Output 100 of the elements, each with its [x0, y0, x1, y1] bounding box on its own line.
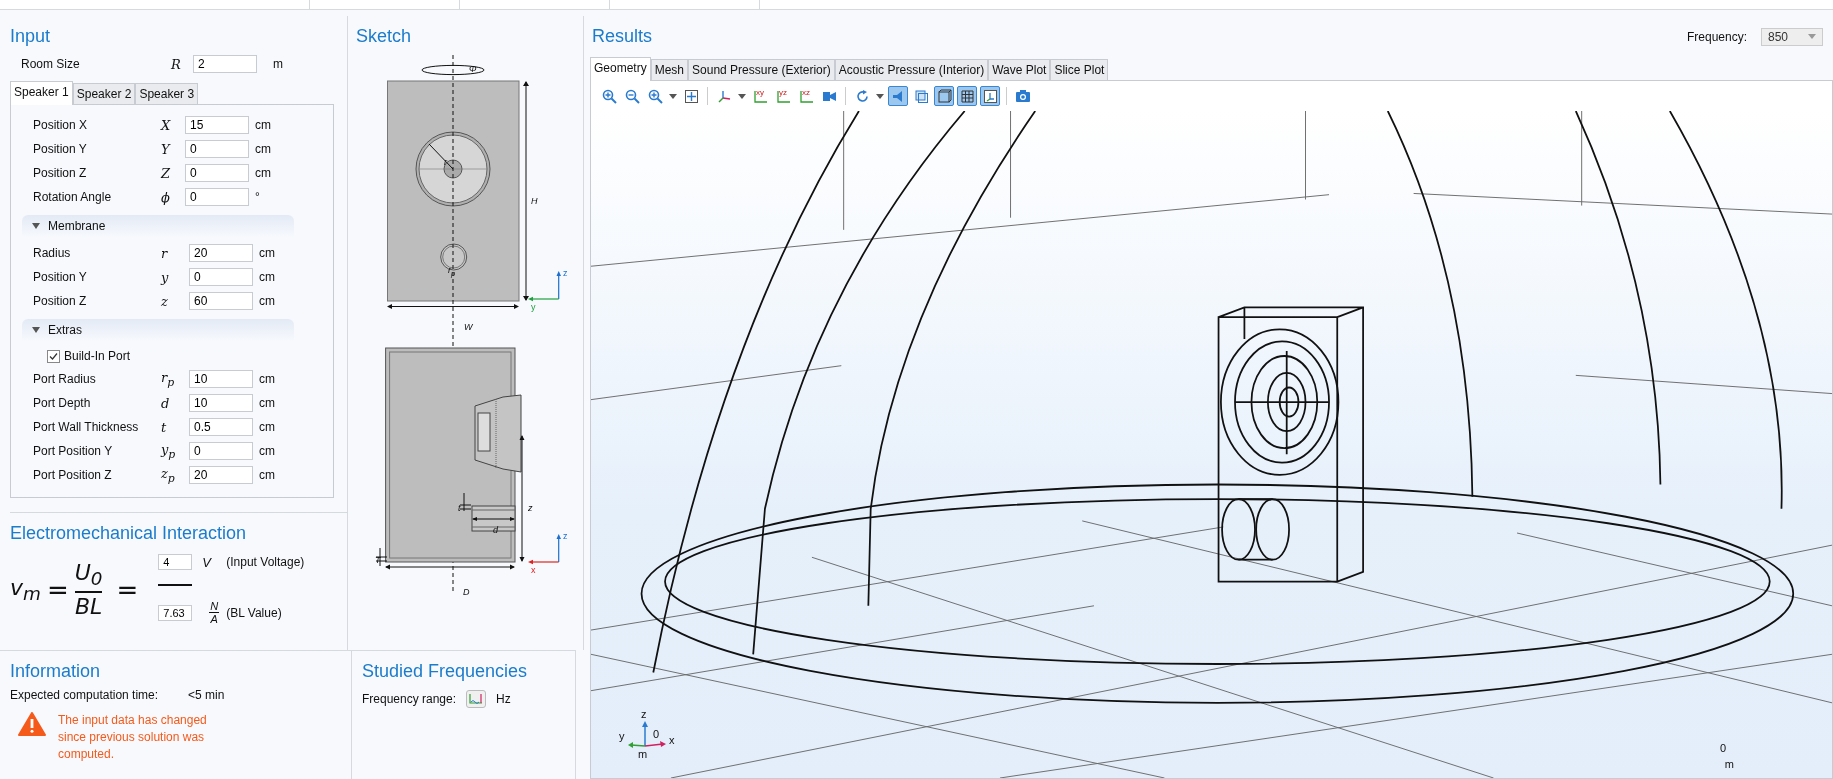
- unit-label: A: [210, 613, 218, 625]
- unit-label: cm: [259, 396, 276, 410]
- transparency-icon: [913, 88, 929, 104]
- symbol: z: [161, 293, 169, 309]
- section-title: Electromechanical Interaction: [10, 523, 248, 544]
- input-field[interactable]: 0: [185, 188, 249, 206]
- unit-label: N: [210, 600, 219, 612]
- grid-icon: [959, 88, 975, 104]
- input-field[interactable]: 0: [185, 164, 249, 182]
- input-field[interactable]: 7.63: [158, 604, 193, 621]
- axis-orientation-icon: [982, 88, 998, 104]
- scale-label: 0: [1719, 742, 1726, 754]
- symbol: ϕ: [161, 189, 171, 205]
- field-label: Port Position Z: [33, 468, 113, 482]
- checkbox[interactable]: [47, 349, 60, 363]
- field-label: Position Y: [33, 270, 88, 284]
- input-field[interactable]: 0: [189, 442, 253, 460]
- speaker-tab[interactable]: Speaker 3: [135, 83, 199, 104]
- input-field[interactable]: 0: [185, 140, 249, 158]
- symbol: R: [171, 56, 182, 72]
- dimension-label: D: [463, 587, 470, 597]
- field-label: Port Position Y: [33, 444, 114, 458]
- dimension-label: H: [531, 196, 538, 206]
- input-field[interactable]: 4: [158, 554, 193, 570]
- thickness-mark: [375, 547, 388, 567]
- warning-icon: [18, 712, 46, 736]
- unit-label: Hz: [496, 692, 511, 706]
- field-label: Port Radius: [33, 372, 97, 386]
- input-field[interactable]: 15: [185, 116, 249, 134]
- field-label: Port Depth: [33, 396, 92, 410]
- unit-label: cm: [259, 468, 276, 482]
- view-plane-button[interactable]: yz: [773, 86, 793, 106]
- unit-label: m: [1724, 758, 1734, 770]
- axis-triad-icon: [528, 534, 561, 565]
- plane-axes-icon: [752, 88, 768, 104]
- view-plane-button[interactable]: xy: [750, 86, 770, 106]
- axes-icon: [716, 88, 732, 104]
- unit-label: cm: [255, 142, 272, 156]
- grid-button[interactable]: [957, 86, 977, 106]
- equals-sign: =: [116, 574, 139, 605]
- caret-icon: [669, 93, 677, 99]
- results-tab[interactable]: Slice Plot: [1050, 59, 1109, 80]
- results-tab[interactable]: Wave Plot: [988, 59, 1051, 80]
- rotate-icon: [854, 88, 870, 104]
- unit-label: cm: [255, 118, 272, 132]
- symbol: z$_{p}$: [161, 465, 176, 485]
- field-note: (Input Voltage): [226, 555, 305, 569]
- field-note: (BL Value): [226, 605, 283, 620]
- input-field[interactable]: 0.5: [189, 418, 253, 436]
- dimension-label: W: [464, 322, 473, 332]
- info-label: Expected computation time:: [10, 688, 159, 702]
- input-field[interactable]: 10: [189, 370, 253, 388]
- speaker-tab[interactable]: Speaker 1: [10, 81, 73, 105]
- results-tab[interactable]: Geometry: [590, 57, 651, 81]
- speaker-tab[interactable]: Speaker 2: [72, 83, 136, 104]
- input-field[interactable]: 10: [189, 394, 253, 412]
- field-label: Frequency:: [1686, 29, 1747, 44]
- frequency-dropdown[interactable]: 850: [1761, 27, 1823, 46]
- section-title: Input: [10, 26, 52, 47]
- field-label: Radius: [33, 246, 72, 260]
- section-title: Studied Frequencies: [362, 661, 529, 682]
- unit-label: m: [273, 57, 284, 71]
- screenshot-icon: [1015, 89, 1031, 103]
- frequency-range-button[interactable]: [466, 690, 487, 708]
- axis-label: x: [531, 565, 536, 575]
- axis-label: 0: [653, 728, 660, 740]
- input-field[interactable]: 2: [193, 55, 257, 73]
- plane-axes-icon: [775, 88, 791, 104]
- symbol: X: [161, 117, 172, 133]
- unit-label: cm: [255, 166, 272, 180]
- input-field[interactable]: 60: [189, 292, 253, 310]
- dimension-label: r$_{p}$: [448, 265, 456, 279]
- symbol: t: [161, 419, 168, 435]
- results-tab[interactable]: Acoustic Pressure (Interior): [834, 59, 989, 80]
- input-field[interactable]: 0: [189, 268, 253, 286]
- plane-axes-icon: [798, 88, 814, 104]
- dimension-label: r: [444, 157, 447, 167]
- thickness-mark: [459, 492, 472, 512]
- axis-orientation-button[interactable]: [980, 86, 1000, 106]
- axis-triad-icon: [528, 271, 561, 302]
- unit-label: V: [202, 554, 213, 570]
- results-tab[interactable]: Sound Pressure (Exterior): [688, 59, 835, 80]
- view-plane-button[interactable]: xz: [796, 86, 816, 106]
- wireframe-button[interactable]: [934, 86, 954, 106]
- input-field[interactable]: 20: [189, 244, 253, 262]
- zoom-extents-icon: [683, 88, 699, 104]
- symbol: d: [161, 395, 171, 411]
- dimension-label: t: [458, 503, 461, 513]
- results-tab[interactable]: Mesh: [650, 59, 689, 80]
- axis-label: z: [641, 708, 647, 720]
- zoom-box-icon: [647, 88, 663, 104]
- symbol: y: [161, 269, 170, 285]
- formula-term: BL: [74, 593, 103, 619]
- dimension-label: d: [493, 525, 498, 535]
- formula-term: v$_{m}$: [10, 574, 41, 605]
- zoom-in-icon: [601, 88, 617, 104]
- field-label: Room Size: [21, 57, 81, 71]
- input-field[interactable]: 20: [189, 466, 253, 484]
- axis-label: z: [563, 268, 568, 278]
- dimension-label: T: [375, 555, 381, 565]
